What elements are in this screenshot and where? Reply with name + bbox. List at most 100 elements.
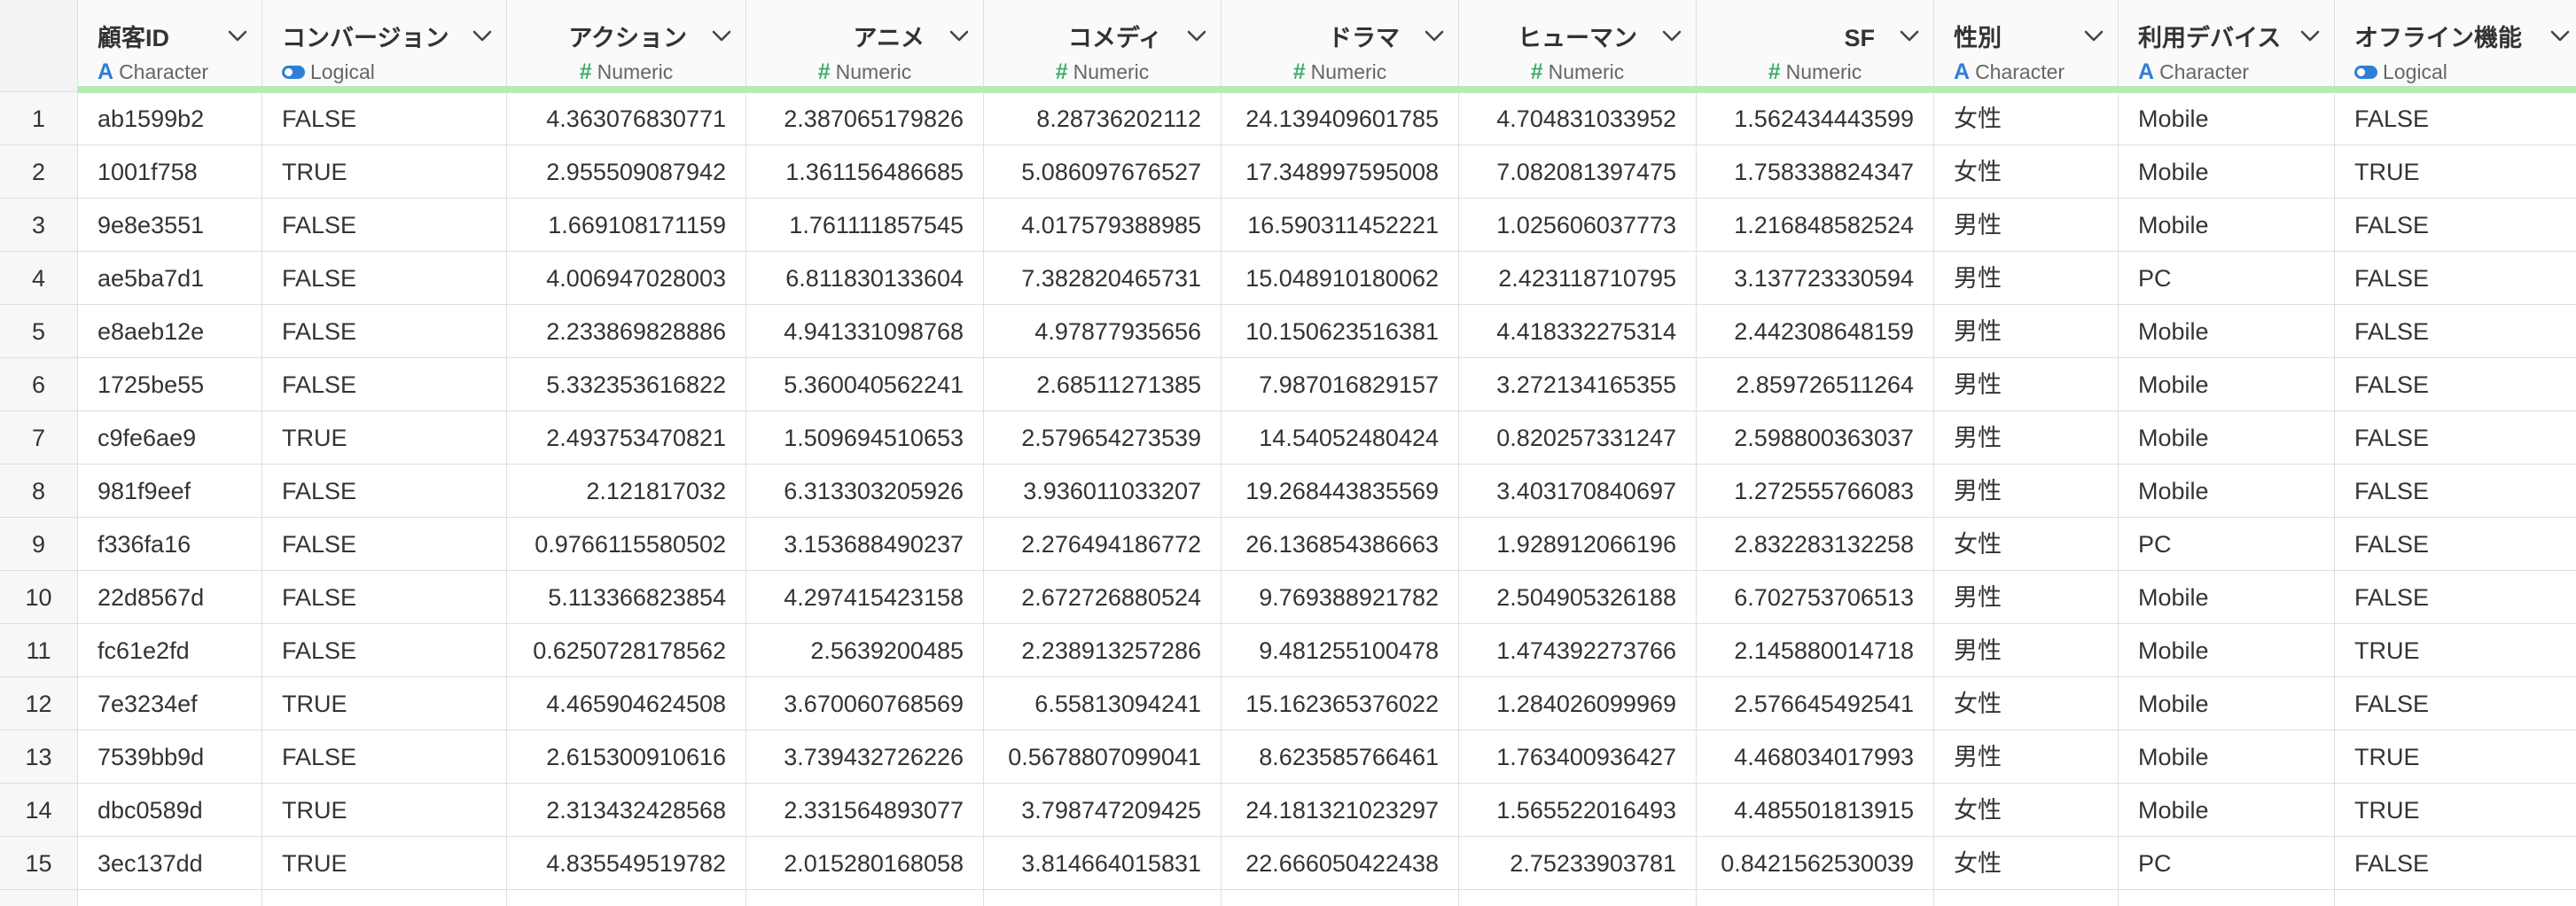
cell-conv[interactable]: TRUE — [262, 145, 507, 198]
cell-id[interactable]: 7539bb9d — [78, 730, 262, 783]
cell-anime[interactable]: 4.297415423158 — [746, 571, 984, 623]
cell-sf[interactable]: 2.145880014718 — [1697, 624, 1934, 676]
cell-action[interactable]: 2.233869828886 — [507, 305, 746, 357]
cell-device[interactable]: Mobile — [2119, 784, 2335, 836]
cell-drama[interactable]: 10.150623516381 — [1222, 305, 1459, 357]
cell-action[interactable]: 5.332353616822 — [507, 358, 746, 410]
cell-sf[interactable]: 3.137723330594 — [1697, 252, 1934, 304]
cell-sf[interactable]: 1.562434443599 — [1697, 92, 1934, 144]
cell-id[interactable]: e8aeb12e — [78, 305, 262, 357]
column-header-gender[interactable]: 性別 A Character — [1934, 0, 2119, 91]
cell-conv[interactable]: TRUE — [262, 837, 507, 889]
cell-human[interactable]: 2.423118710795 — [1459, 252, 1697, 304]
table-row[interactable]: 10 22d8567d FALSE 5.113366823854 4.297415423… — [0, 571, 2576, 624]
cell-gender[interactable]: 女性 — [1934, 837, 2119, 889]
cell-comedy[interactable]: 3.814664015831 — [984, 837, 1222, 889]
table-row[interactable]: 2 1001f758 TRUE 2.955509087942 1.36115648668… — [0, 145, 2576, 199]
cell-conv[interactable]: FALSE — [262, 358, 507, 410]
chevron-down-icon[interactable] — [2084, 30, 2104, 43]
cell-device[interactable]: Mobile — [2119, 145, 2335, 198]
cell-offline[interactable]: FALSE — [2335, 92, 2576, 144]
table-row[interactable]: 5 e8aeb12e FALSE 2.233869828886 4.9413310987… — [0, 305, 2576, 358]
cell-drama[interactable]: 15.048910180062 — [1222, 252, 1459, 304]
cell-drama[interactable]: 9.769388921782 — [1222, 571, 1459, 623]
cell-id[interactable]: 9e8e3551 — [78, 199, 262, 251]
cell-action[interactable]: 1.669108171159 — [507, 199, 746, 251]
cell-sf[interactable]: 6.702753706513 — [1697, 571, 1934, 623]
cell-human[interactable]: 3.272134165355 — [1459, 358, 1697, 410]
cell-device[interactable]: Mobile — [2119, 624, 2335, 676]
cell-id[interactable]: 1001f758 — [78, 145, 262, 198]
cell-offline[interactable]: FALSE — [2335, 252, 2576, 304]
cell-human[interactable]: 1.763400936427 — [1459, 730, 1697, 783]
cell-comedy[interactable]: 2.579654273539 — [984, 411, 1222, 464]
cell-gender[interactable]: 男性 — [1934, 252, 2119, 304]
cell-anime[interactable]: 1.761111857545 — [746, 199, 984, 251]
cell-comedy[interactable]: 8.28736202112 — [984, 92, 1222, 144]
cell-comedy[interactable]: 4.017579388985 — [984, 199, 1222, 251]
cell-id[interactable]: dbc0589d — [78, 784, 262, 836]
cell-comedy[interactable]: 0.5678807099041 — [984, 730, 1222, 783]
cell-device[interactable]: Mobile — [2119, 465, 2335, 517]
cell-offline[interactable]: FALSE — [2335, 305, 2576, 357]
cell-gender[interactable]: 女性 — [1934, 145, 2119, 198]
cell-conv[interactable]: FALSE — [262, 465, 507, 517]
table-row[interactable]: 15 3ec137dd TRUE 4.835549519782 2.0152801680… — [0, 837, 2576, 890]
cell-offline[interactable]: TRUE — [2335, 784, 2576, 836]
cell-offline[interactable]: FALSE — [2335, 677, 2576, 730]
table-row[interactable]: 4 ae5ba7d1 FALSE 4.006947028003 6.8118301336… — [0, 252, 2576, 305]
cell-human[interactable]: 1.928912066196 — [1459, 518, 1697, 570]
cell-drama[interactable]: 26.136854386663 — [1222, 518, 1459, 570]
cell-comedy[interactable]: 2.68511271385 — [984, 358, 1222, 410]
cell-conv[interactable]: TRUE — [262, 677, 507, 730]
cell-device[interactable]: Mobile — [2119, 305, 2335, 357]
cell-sf[interactable]: 4.468034017993 — [1697, 730, 1934, 783]
column-header-action[interactable]: アクション # Numeric — [507, 0, 746, 91]
cell-comedy[interactable]: 2.238913257286 — [984, 624, 1222, 676]
cell-gender[interactable]: 男性 — [1934, 358, 2119, 410]
cell-gender[interactable]: 男性 — [1934, 730, 2119, 783]
cell-device[interactable]: Mobile — [2119, 677, 2335, 730]
chevron-down-icon[interactable] — [1900, 30, 1919, 43]
cell-offline[interactable]: FALSE — [2335, 411, 2576, 464]
cell-human[interactable]: 0.820257331247 — [1459, 411, 1697, 464]
cell-human[interactable]: 1.025606037773 — [1459, 199, 1697, 251]
cell-conv[interactable]: TRUE — [262, 784, 507, 836]
cell-gender[interactable]: 男性 — [1934, 624, 2119, 676]
cell-offline[interactable]: FALSE — [2335, 199, 2576, 251]
column-header-offline[interactable]: オフライン機能 Logical — [2335, 0, 2576, 91]
cell-conv[interactable]: FALSE — [262, 730, 507, 783]
cell-drama[interactable]: 16.590311452221 — [1222, 199, 1459, 251]
cell-action[interactable]: 4.363076830771 — [507, 92, 746, 144]
cell-comedy[interactable]: 5.086097676527 — [984, 145, 1222, 198]
cell-anime[interactable]: 2.331564893077 — [746, 784, 984, 836]
cell-offline[interactable]: FALSE — [2335, 571, 2576, 623]
column-header-comedy[interactable]: コメディ # Numeric — [984, 0, 1222, 91]
cell-anime[interactable]: 5.360040562241 — [746, 358, 984, 410]
cell-conv[interactable]: FALSE — [262, 305, 507, 357]
cell-action[interactable]: 2.121817032 — [507, 465, 746, 517]
cell-human[interactable]: 1.284026099969 — [1459, 677, 1697, 730]
cell-human[interactable]: 4.704831033952 — [1459, 92, 1697, 144]
chevron-down-icon[interactable] — [2550, 30, 2570, 43]
cell-id[interactable]: f336fa16 — [78, 518, 262, 570]
cell-anime[interactable]: 1.361156486685 — [746, 145, 984, 198]
table-row[interactable]: 7 c9fe6ae9 TRUE 2.493753470821 1.50969451065… — [0, 411, 2576, 465]
column-header-device[interactable]: 利用デバイス A Character — [2119, 0, 2335, 91]
cell-device[interactable]: Mobile — [2119, 199, 2335, 251]
cell-id[interactable]: 3ec137dd — [78, 837, 262, 889]
cell-conv[interactable]: FALSE — [262, 199, 507, 251]
cell-gender[interactable]: 女性 — [1934, 92, 2119, 144]
cell-gender[interactable]: 女性 — [1934, 784, 2119, 836]
cell-anime[interactable]: 4.941331098768 — [746, 305, 984, 357]
cell-human[interactable]: 7.082081397475 — [1459, 145, 1697, 198]
chevron-down-icon[interactable] — [2300, 30, 2320, 43]
cell-conv[interactable]: TRUE — [262, 411, 507, 464]
column-header-conv[interactable]: コンバージョン Logical — [262, 0, 507, 91]
cell-drama[interactable]: 19.268443835569 — [1222, 465, 1459, 517]
chevron-down-icon[interactable] — [1425, 30, 1444, 43]
cell-conv[interactable]: FALSE — [262, 518, 507, 570]
table-row[interactable]: 8 981f9eef FALSE 2.121817032 6.313303205926 3… — [0, 465, 2576, 518]
cell-human[interactable]: 4.418332275314 — [1459, 305, 1697, 357]
cell-device[interactable]: Mobile — [2119, 358, 2335, 410]
